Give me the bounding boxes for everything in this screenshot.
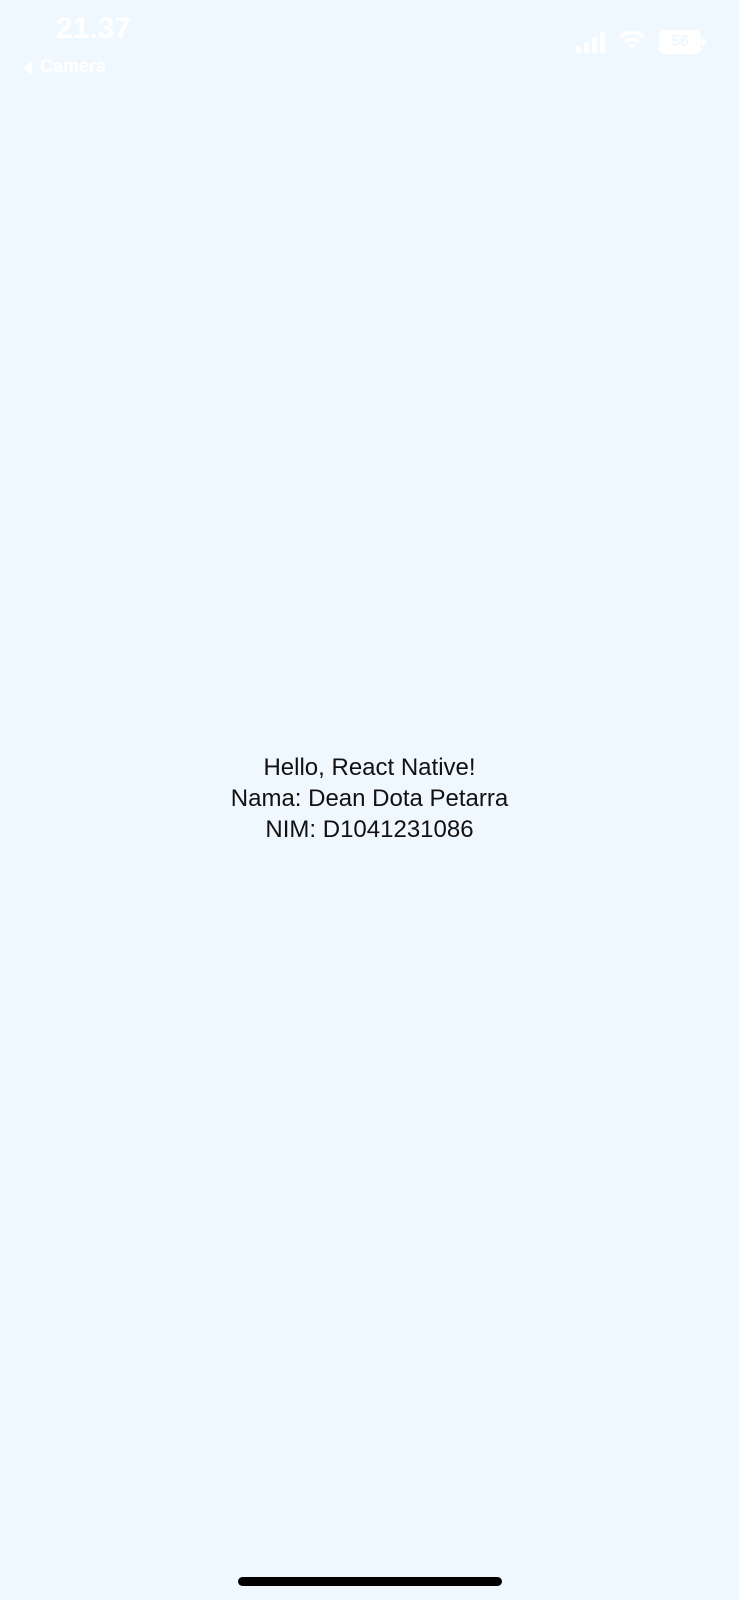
back-arrow-icon (22, 61, 32, 74)
back-app-label: Camera (40, 56, 107, 76)
home-indicator[interactable] (238, 1577, 502, 1586)
status-icons: 56 (576, 30, 707, 54)
cellular-signal-icon (576, 31, 605, 53)
name-text: Nama: Dean Dota Petarra (230, 785, 509, 812)
app-screen: 21.37 Camera 56 Hello, React Native! Nam… (0, 0, 739, 1600)
nim-text: NIM: D1041231086 (265, 816, 474, 843)
back-to-camera-button[interactable]: Camera (22, 56, 106, 77)
status-bar: 21.37 Camera 56 (0, 0, 739, 90)
battery-icon: 56 (659, 30, 707, 54)
battery-level-text: 56 (671, 33, 689, 50)
status-time: 21.37 (56, 12, 132, 45)
wifi-icon (617, 31, 647, 53)
greeting-text: Hello, React Native! (263, 754, 476, 781)
main-text-content: Hello, React Native! Nama: Dean Dota Pet… (0, 752, 739, 845)
